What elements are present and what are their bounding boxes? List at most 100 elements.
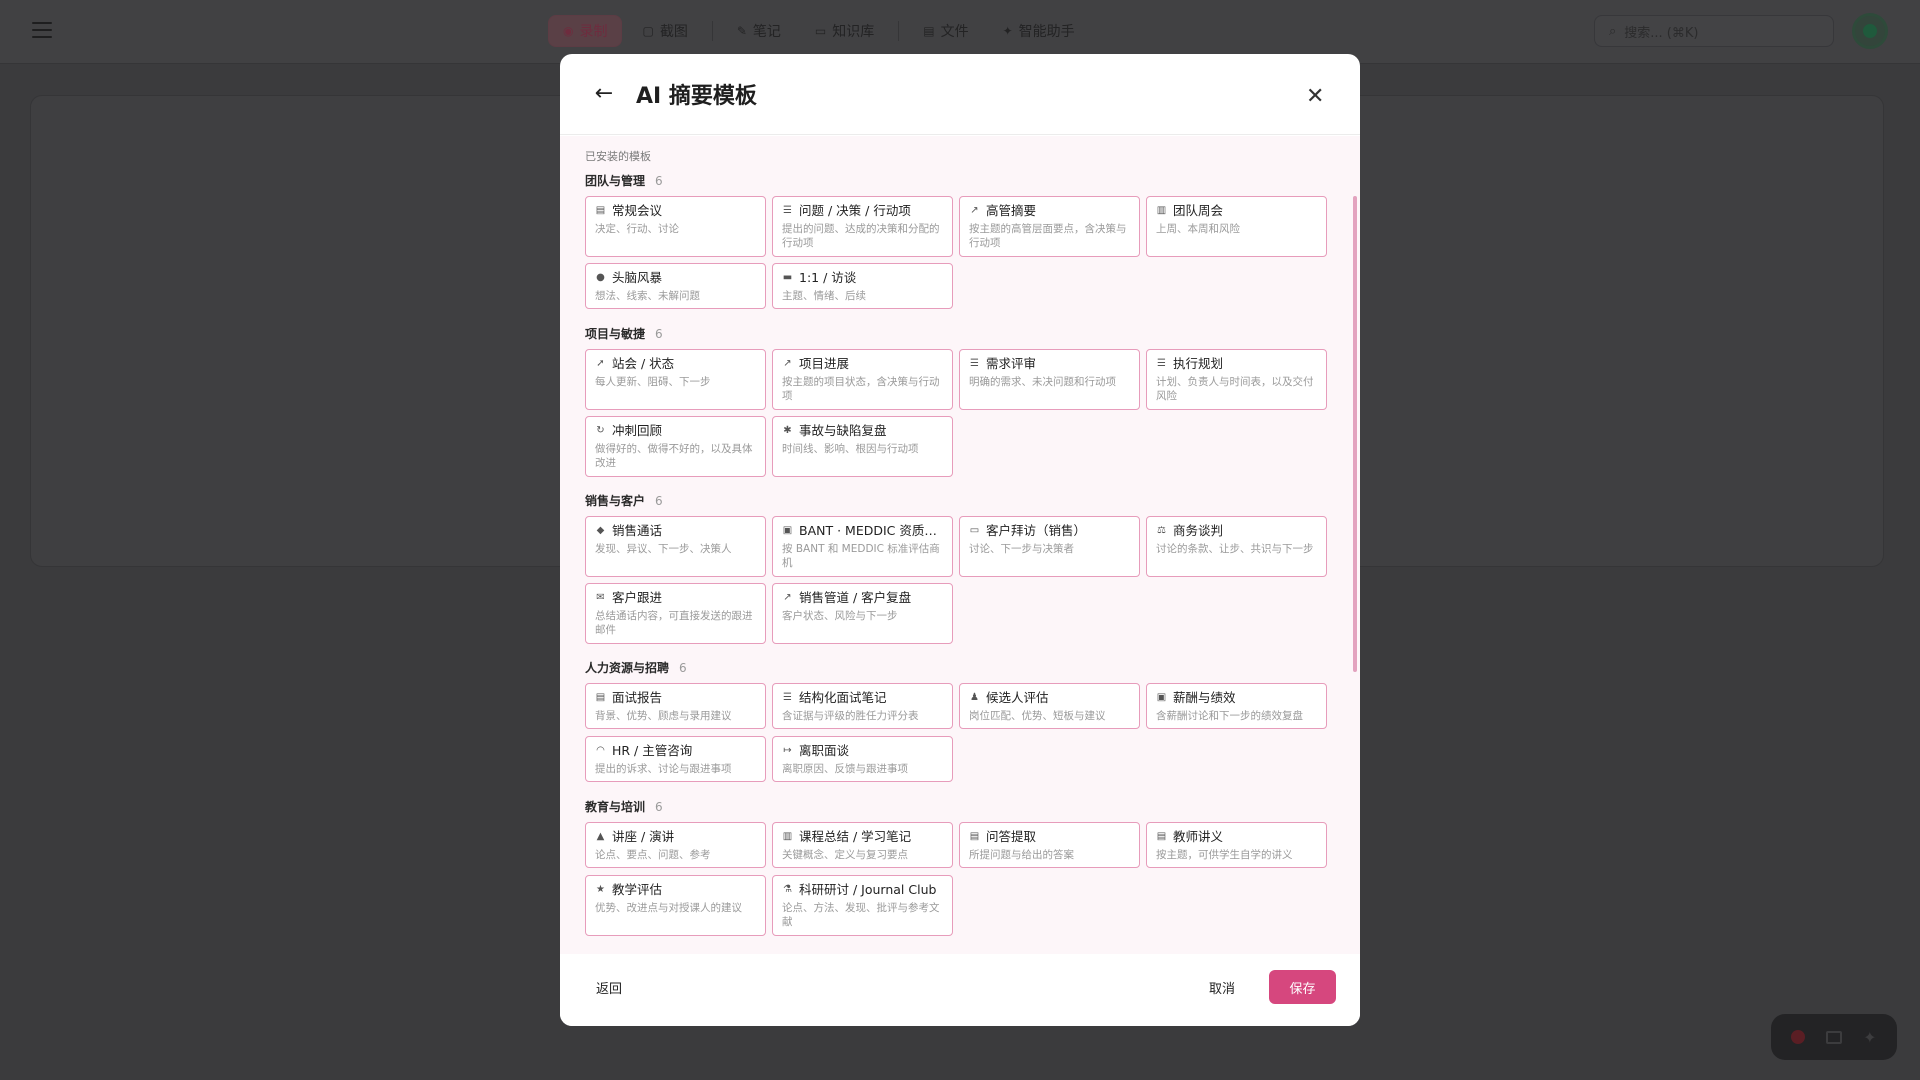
template-card-title: 离职面谈 xyxy=(799,743,850,758)
template-card[interactable]: ☰ 结构化面试笔记 含证据与评级的胜任力评分表 xyxy=(772,683,953,729)
template-card[interactable]: ⚖ 商务谈判 讨论的条款、让步、共识与下一步 xyxy=(1146,516,1327,577)
template-card-desc: 按主题，可供学生自学的讲义 xyxy=(1156,849,1293,861)
section-title: 销售与客户 6 xyxy=(585,494,663,508)
template-card-title: 冲刺回顾 xyxy=(612,423,663,438)
template-card[interactable]: ▬ 1:1 / 访谈 主题、情绪、后续 xyxy=(772,263,953,309)
bug-icon: ✱ xyxy=(783,425,792,436)
template-card[interactable]: ↦ 离职面谈 离职原因、反馈与跟进事项 xyxy=(772,736,953,782)
template-card[interactable]: ☰ 执行规划 计划、负责人与时间表，以及交付风险 xyxy=(1146,349,1327,410)
template-card-desc: 发现、异议、下一步、决策人 xyxy=(595,543,732,555)
sparkle-icon[interactable]: ✦ xyxy=(1863,1028,1876,1047)
avatar[interactable] xyxy=(1852,13,1888,49)
template-card[interactable]: ▤ 问答提取 所提问题与给出的答案 xyxy=(959,822,1140,868)
template-card[interactable]: ▤ 面试报告 背景、优势、顾虑与录用建议 xyxy=(585,683,766,729)
template-card[interactable]: ◠ HR / 主管咨询 提出的诉求、讨论与跟进事项 xyxy=(585,736,766,782)
template-card[interactable]: ▥ 团队周会 上周、本周和风险 xyxy=(1146,196,1327,257)
logout-icon: ↦ xyxy=(783,745,792,756)
template-card-desc: 论点、方法、发现、批评与参考文献 xyxy=(782,902,940,928)
template-card[interactable]: ▥ 课程总结 / 学习笔记 关键概念、定义与复习要点 xyxy=(772,822,953,868)
template-card[interactable]: ◆ 销售通话 发现、异议、下一步、决策人 xyxy=(585,516,766,577)
main-nav: ◉ 录制 ▢ 截图 ✎ 笔记 ▭ 知识库 ▤ 文件 ✦ 智能助手 xyxy=(548,15,1089,47)
nav-screenshot[interactable]: ▢ 截图 xyxy=(628,15,701,47)
section-count: 6 xyxy=(655,494,663,508)
template-card-title: 销售管道 / 客户复盘 xyxy=(799,590,912,605)
template-card[interactable]: ● 头脑风暴 想法、线索、未解问题 xyxy=(585,263,766,309)
template-card[interactable]: ♟ 候选人评估 岗位匹配、优势、短板与建议 xyxy=(959,683,1140,729)
search-input[interactable]: ⌕ 搜索... (⌘K) xyxy=(1594,15,1834,47)
section-title: 项目与敏捷 6 xyxy=(585,327,663,341)
template-card-title: 项目进展 xyxy=(799,356,850,371)
graduation-icon: ▲ xyxy=(596,831,605,842)
template-card[interactable]: ➚ 站会 / 状态 每人更新、阻碍、下一步 xyxy=(585,349,766,410)
checklist-icon: ☰ xyxy=(783,205,792,216)
template-card-desc: 按主题的高管层面要点，含决策与行动项 xyxy=(969,223,1127,249)
template-card-title: 薪酬与绩效 xyxy=(1173,690,1236,705)
dialog-title: AI 摘要模板 xyxy=(636,84,757,109)
save-button[interactable]: 保存 xyxy=(1269,970,1336,1004)
template-card[interactable]: ↗ 销售管道 / 客户复盘 客户状态、风险与下一步 xyxy=(772,583,953,644)
menu-icon[interactable] xyxy=(32,22,52,38)
template-card-desc: 讨论的条款、让步、共识与下一步 xyxy=(1156,543,1314,555)
nav-record[interactable]: ◉ 录制 xyxy=(548,15,623,47)
template-card-title: 常规会议 xyxy=(612,203,663,218)
return-button[interactable]: 返回 xyxy=(584,970,634,1004)
template-card[interactable]: ✉ 客户跟进 总结通话内容，可直接发送的跟进邮件 xyxy=(585,583,766,644)
template-card-title: 教学评估 xyxy=(612,882,663,897)
template-card-desc: 优势、改进点与对授课人的建议 xyxy=(595,902,742,914)
bars-icon: ▥ xyxy=(1156,205,1167,216)
template-card-desc: 提出的问题、达成的决策和分配的行动项 xyxy=(782,223,940,249)
template-card-title: 问题 / 决策 / 行动项 xyxy=(799,203,911,218)
template-card-title: 客户拜访（销售） xyxy=(986,523,1087,538)
template-card[interactable]: ▤ 教师讲义 按主题，可供学生自学的讲义 xyxy=(1146,822,1327,868)
template-card-title: 课程总结 / 学习笔记 xyxy=(799,829,912,844)
template-card[interactable]: ⚗ 科研研讨 / Journal Club 论点、方法、发现、批评与参考文献 xyxy=(772,875,953,936)
star-icon: ★ xyxy=(596,884,605,895)
screen-icon[interactable] xyxy=(1826,1030,1843,1044)
template-card-title: 科研研讨 / Journal Club xyxy=(799,882,937,897)
knowledge-icon: ▭ xyxy=(814,24,827,38)
close-icon[interactable]: ✕ xyxy=(1306,86,1324,108)
template-card[interactable]: ↗ 高管摘要 按主题的高管层面要点，含决策与行动项 xyxy=(959,196,1140,257)
template-list[interactable]: 已安装的模板 团队与管理 6 ▤ 常规会议 决定、行动、讨论 ☰ 问题 / 决策 / 行动项… xyxy=(560,136,1360,954)
template-card[interactable]: ▤ 常规会议 决定、行动、讨论 xyxy=(585,196,766,257)
checklist-icon: ☰ xyxy=(783,692,792,703)
template-card-title: 问答提取 xyxy=(986,829,1037,844)
refresh-icon: ↻ xyxy=(596,425,605,436)
template-card[interactable]: ☰ 需求评审 明确的需求、未决问题和行动项 xyxy=(959,349,1140,410)
nav-knowledge[interactable]: ▭ 知识库 xyxy=(801,15,888,47)
template-card-title: 站会 / 状态 xyxy=(612,356,675,371)
template-card[interactable]: ▣ 薪酬与绩效 含薪酬讨论和下一步的绩效复盘 xyxy=(1146,683,1327,729)
template-card[interactable]: ☰ 问题 / 决策 / 行动项提出的问题、达成的决策和分配的行动项 xyxy=(772,196,953,257)
template-card[interactable]: ★ 教学评估优势、改进点与对授课人的建议 xyxy=(585,875,766,936)
document-icon: ▤ xyxy=(595,205,606,216)
template-card-desc: 时间线、影响、根因与行动项 xyxy=(782,443,919,455)
section-title: 人力资源与招聘 6 xyxy=(585,661,687,675)
assistant-icon: ✦ xyxy=(1002,24,1013,38)
flask-icon: ⚗ xyxy=(783,884,792,895)
nav-assistant[interactable]: ✦ 智能助手 xyxy=(989,15,1089,47)
section-count: 6 xyxy=(679,661,687,675)
files-icon: ▤ xyxy=(923,24,935,38)
template-card[interactable]: ▭ 客户拜访（销售） 讨论、下一步与决策者 xyxy=(959,516,1140,577)
template-card-desc: 论点、要点、问题、参考 xyxy=(595,849,711,861)
floating-toolbar: ✦ xyxy=(1771,1014,1897,1060)
nav-notes[interactable]: ✎ 笔记 xyxy=(723,15,795,47)
template-card-title: 商务谈判 xyxy=(1173,523,1224,538)
book-icon: ▥ xyxy=(782,831,793,842)
template-card[interactable]: ▲ 讲座 / 演讲 论点、要点、问题、参考 xyxy=(585,822,766,868)
section-count: 6 xyxy=(655,800,663,814)
record-dot-icon[interactable] xyxy=(1791,1030,1806,1044)
gem-icon: ◆ xyxy=(596,525,605,536)
nav-files[interactable]: ▤ 文件 xyxy=(909,15,982,47)
template-card[interactable]: ↻ 冲刺回顾 做得好的、做得不好的，以及具体改进 xyxy=(585,416,766,477)
back-arrow-icon[interactable]: ← xyxy=(592,82,616,106)
user-check-icon: ♟ xyxy=(970,692,979,703)
template-card[interactable]: ✱ 事故与缺陷复盘 时间线、影响、根因与行动项 xyxy=(772,416,953,477)
template-card-desc: 计划、负责人与时间表，以及交付风险 xyxy=(1156,376,1314,402)
cancel-button[interactable]: 取消 xyxy=(1199,970,1245,1004)
template-card[interactable]: ▣ BANT · MEDDIC 资质… 按 BANT 和 MEDDIC 标准评估商机 xyxy=(772,516,953,577)
template-card[interactable]: ↗ 项目进展 按主题的项目状态，含决策与行动项 xyxy=(772,349,953,410)
scrollbar[interactable] xyxy=(1353,196,1357,672)
nav-divider xyxy=(711,21,713,41)
template-card-desc: 背景、优势、顾虑与录用建议 xyxy=(595,710,732,722)
